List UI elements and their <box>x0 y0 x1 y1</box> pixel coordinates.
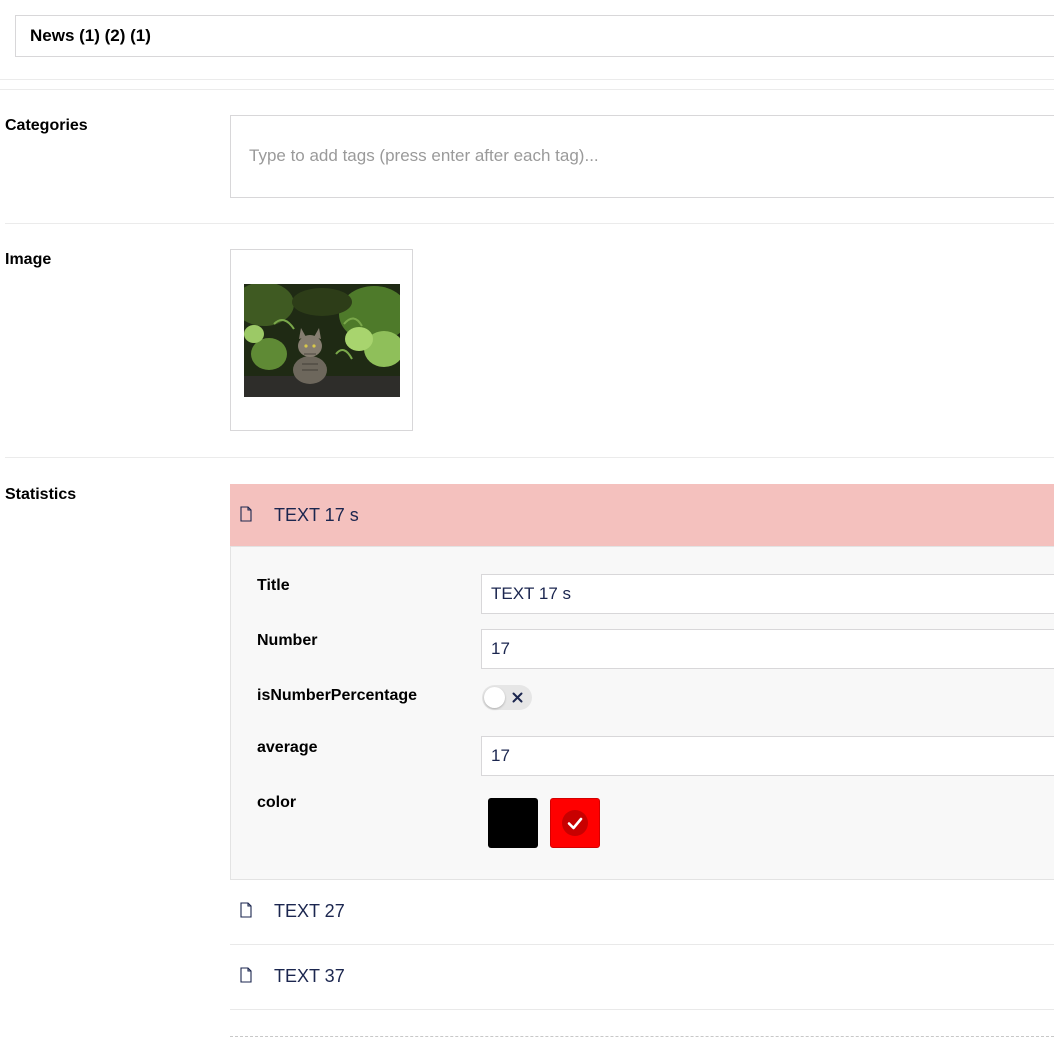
number-input[interactable] <box>481 629 1054 669</box>
title-label: Title <box>257 577 290 594</box>
media-picker-item[interactable] <box>230 249 413 431</box>
check-icon <box>562 810 588 836</box>
is-number-percentage-toggle[interactable] <box>482 685 532 710</box>
is-number-percentage-label: isNumberPercentage <box>257 687 418 704</box>
statistics-item-1-editor: Title Number isNumberPercentage average … <box>230 546 1054 880</box>
statistics-label: Statistics <box>5 486 77 503</box>
document-icon <box>240 967 252 983</box>
header-divider <box>0 79 1054 80</box>
statistics-item-3-title: TEXT 37 <box>274 965 345 986</box>
property-divider <box>5 223 1054 224</box>
color-label: color <box>257 794 297 811</box>
add-item-area[interactable] <box>230 1036 1054 1037</box>
tags-editor[interactable] <box>230 115 1054 198</box>
cat-photo-thumbnail[interactable] <box>244 284 400 397</box>
statistics-item-3-header[interactable]: TEXT 37 <box>230 945 1054 1007</box>
average-input[interactable] <box>481 736 1054 776</box>
color-swatch-red[interactable] <box>550 798 600 848</box>
categories-label: Categories <box>5 117 88 134</box>
statistics-item-2-title: TEXT 27 <box>274 900 345 921</box>
property-divider-2 <box>5 457 1054 458</box>
node-name: News (1) (2) (1) <box>30 26 151 45</box>
close-icon <box>512 692 523 703</box>
document-icon <box>240 506 252 522</box>
color-swatch-black[interactable] <box>488 798 538 848</box>
statistics-item-1-header[interactable]: TEXT 17 s <box>230 484 1054 546</box>
node-name-field[interactable]: News (1) (2) (1) <box>15 15 1054 57</box>
average-label: average <box>257 739 318 756</box>
number-label: Number <box>257 632 318 649</box>
image-label: Image <box>5 251 52 268</box>
header-divider-2 <box>0 89 1054 90</box>
toggle-knob <box>484 687 505 708</box>
document-icon <box>240 902 252 918</box>
item-divider <box>230 1009 1054 1010</box>
statistics-item-2-header[interactable]: TEXT 27 <box>230 880 1054 942</box>
title-input[interactable] <box>481 574 1054 614</box>
statistics-item-1-title: TEXT 17 s <box>274 504 359 525</box>
tags-input[interactable] <box>249 146 1029 166</box>
